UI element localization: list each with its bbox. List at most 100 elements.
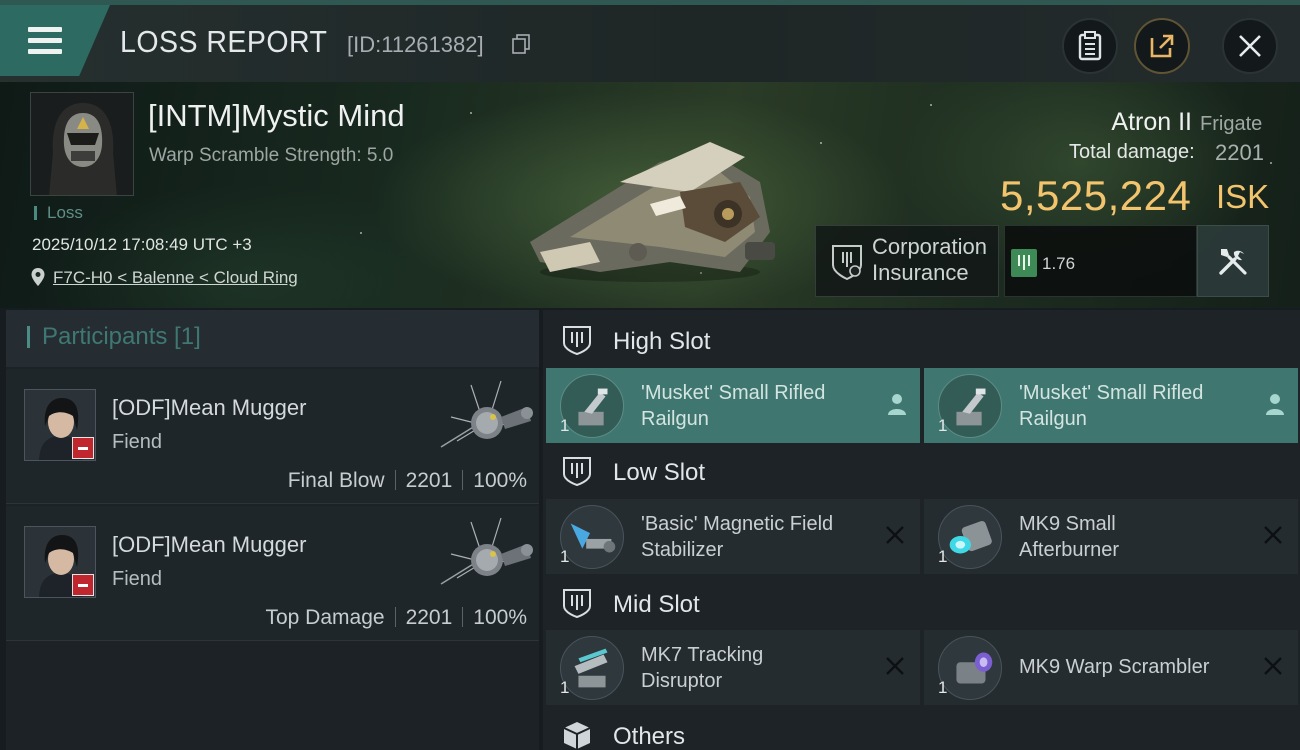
module-quantity: 1 <box>938 547 948 566</box>
module-name-line-1: 'Musket' Small Rifled <box>641 382 826 404</box>
warp-scramble-strength: Warp Scramble Strength: 5.0 <box>149 145 394 166</box>
fitting-tools-button[interactable] <box>1197 225 1269 297</box>
destroyed-x-icon <box>886 657 904 675</box>
module-item[interactable]: 1 MK7 Tracking Disruptor <box>546 630 920 705</box>
module-name-line-1: MK9 Small <box>1019 513 1116 535</box>
participant-card[interactable]: [ODF]Mean Mugger Fiend Top Damage 2201 100… <box>6 506 539 641</box>
high-slot-icon <box>563 326 591 356</box>
destroyed-x-icon <box>886 526 904 544</box>
fitting-panel: High Slot 1 'Musket' Small Rifled Railgu… <box>543 310 1300 750</box>
participant-ship: Fiend <box>112 431 163 453</box>
tracking-disruptor-icon <box>560 636 624 700</box>
mid-slot-icon <box>563 589 591 619</box>
person-icon <box>1266 394 1284 415</box>
destroyed-x-icon <box>1264 657 1282 675</box>
module-name-line-1: 'Musket' Small Rifled <box>1019 382 1204 404</box>
module-item[interactable]: 1 'Basic' Magnetic Field Stabilizer <box>546 499 920 574</box>
participant-ship: Fiend <box>112 568 163 590</box>
ship-name[interactable]: Atron II <box>1111 108 1192 137</box>
module-name: 'Musket' Small Rifled Railgun <box>641 380 871 432</box>
menu-icon <box>28 27 62 32</box>
copy-icon[interactable] <box>512 34 530 54</box>
insurance-shield-icon <box>832 245 862 281</box>
cargo-box-icon <box>563 722 591 749</box>
module-name-line-2: Railgun <box>641 408 709 430</box>
isk-value: 5,525,224 <box>1000 172 1192 219</box>
hostile-badge-icon <box>72 574 94 596</box>
loss-timestamp: 2025/10/12 17:08:49 UTC +3 <box>32 235 252 254</box>
insurance-line-2: Insurance <box>872 260 969 285</box>
share-button[interactable] <box>1134 18 1190 74</box>
participant-percent: 100% <box>473 606 527 629</box>
participants-header: Participants [1] <box>6 310 539 367</box>
isk-unit: ISK <box>1216 178 1270 215</box>
participant-ship-icon <box>440 380 533 448</box>
menu-icon-bar <box>28 38 62 43</box>
participant-name[interactable]: [ODF]Mean Mugger <box>112 395 306 421</box>
module-name: MK9 Small Afterburner <box>1019 511 1249 563</box>
security-value: 1.76 <box>1042 254 1076 273</box>
high-slot-title: High Slot <box>613 328 711 355</box>
module-name-line-2: Disruptor <box>641 670 723 692</box>
clipboard-button[interactable] <box>1062 18 1118 74</box>
report-id: [ID:11261382] <box>347 32 484 57</box>
share-icon <box>1150 34 1174 58</box>
clipboard-icon <box>1078 31 1102 61</box>
top-bar: LOSS REPORT [ID:11261382] <box>0 0 1300 82</box>
pilot-avatar[interactable] <box>30 92 134 196</box>
insurance-line-1: Corporation <box>872 234 987 259</box>
low-slot-title: Low Slot <box>613 459 706 486</box>
low-slot-icon <box>563 457 591 487</box>
module-name: MK9 Warp Scrambler <box>1019 656 1210 678</box>
loss-banner: [INTM]Mystic Mind Warp Scramble Strength… <box>0 82 1300 308</box>
others-title: Others <box>613 723 686 750</box>
participant-name[interactable]: [ODF]Mean Mugger <box>112 532 306 558</box>
participant-damage: 2201 <box>405 606 453 629</box>
participants-title: Participants [1] <box>27 325 201 349</box>
mid-slot-header: Mid Slot <box>543 575 1300 631</box>
module-quantity: 1 <box>560 416 570 435</box>
person-icon <box>888 394 906 415</box>
module-quantity: 1 <box>938 416 948 435</box>
participant-stats: Final Blow 2201 100% <box>288 469 527 493</box>
participant-card[interactable]: [ODF]Mean Mugger Fiend Final Blow 2201 100… <box>6 369 539 504</box>
mid-slot-title: Mid Slot <box>613 591 700 618</box>
module-name-line-2: Afterburner <box>1019 539 1120 561</box>
ship-class: Frigate <box>1200 113 1263 135</box>
total-damage-label: Total damage: <box>1069 141 1195 163</box>
module-item[interactable]: 1 MK9 Small Afterburner <box>924 499 1298 574</box>
wrench-screwdriver-icon <box>1219 249 1247 275</box>
warp-scrambler-icon <box>938 636 1002 700</box>
security-status: 1.76 <box>1004 225 1197 297</box>
module-item[interactable]: 1 'Musket' Small Rifled Railgun <box>924 368 1298 443</box>
location-link[interactable]: F7C-H0 < Balenne < Cloud Ring <box>53 268 298 288</box>
module-name-line-2: Stabilizer <box>641 539 724 561</box>
destroyed-x-icon <box>1264 526 1282 544</box>
victim-pilot-name[interactable]: [INTM]Mystic Mind <box>148 98 405 134</box>
module-quantity: 1 <box>560 678 570 697</box>
high-slot-header: High Slot <box>543 312 1300 368</box>
module-name-line-2: Railgun <box>1019 408 1087 430</box>
menu-icon-bar <box>28 49 62 54</box>
corporation-insurance-button[interactable]: Corporation Insurance <box>815 225 999 297</box>
participant-role: Final Blow <box>287 469 385 492</box>
module-item[interactable]: 1 'Musket' Small Rifled Railgun <box>546 368 920 443</box>
module-item[interactable]: 1 MK9 Warp Scrambler <box>924 630 1298 705</box>
railgun-icon <box>938 374 1002 438</box>
ship-render-image <box>530 142 775 282</box>
hostile-badge-icon <box>72 437 94 459</box>
afterburner-icon <box>938 505 1002 569</box>
participant-stats: Top Damage 2201 100% <box>265 606 527 630</box>
module-name-line-1: MK7 Tracking <box>641 644 764 666</box>
insurance-label: Corporation Insurance <box>872 234 987 286</box>
page-title: LOSS REPORT <box>120 24 328 59</box>
menu-button[interactable] <box>0 5 110 76</box>
close-button[interactable] <box>1222 18 1278 74</box>
railgun-icon <box>560 374 624 438</box>
module-name: MK7 Tracking Disruptor <box>641 642 871 694</box>
magnetic-field-stabilizer-icon <box>560 505 624 569</box>
module-name-line-1: 'Basic' Magnetic Field <box>641 513 834 535</box>
security-shield-icon <box>1011 249 1037 277</box>
location-pin-icon <box>31 268 45 286</box>
participant-role: Top Damage <box>265 606 385 629</box>
